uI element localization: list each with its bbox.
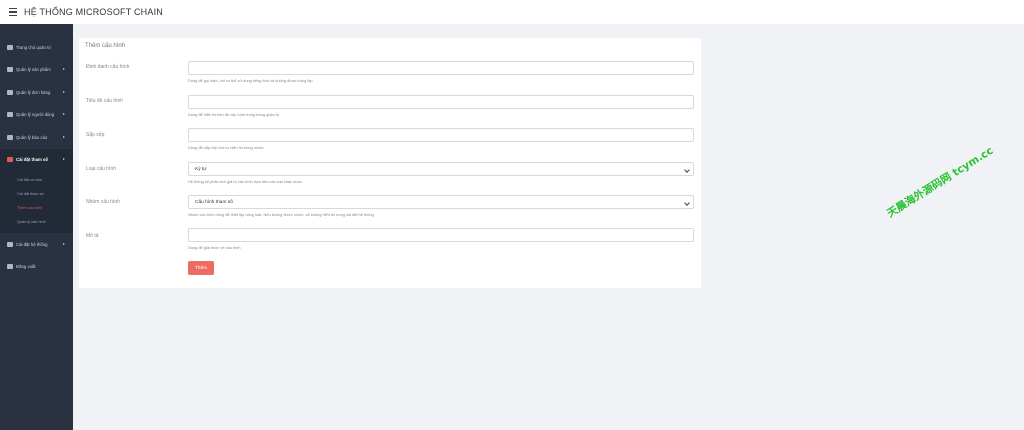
dashboard-icon (7, 44, 13, 50)
user-icon (7, 112, 13, 118)
sidebar-item-products[interactable]: Quản lý sản phẩm (0, 59, 73, 82)
sidebar: Trang chủ quản trị Quản lý sản phẩm Quản… (0, 24, 73, 430)
field-label-description: Mô tả (86, 233, 99, 239)
sidebar-item-orders[interactable]: Quản lý đơn hàng (0, 81, 73, 104)
sidebar-item-label: Cài đặt tham số (16, 157, 48, 163)
add-button[interactable]: Thêm (188, 261, 214, 275)
sidebar-item-logout[interactable]: Đăng xuất (0, 256, 73, 279)
submenu-item-manage-config[interactable]: Quản lý cấu hình (0, 215, 73, 229)
caret-right-icon (63, 135, 65, 138)
sort-help: Dùng để sắp xếp thứ tự hiển thị trong nh… (188, 145, 264, 150)
logout-icon (7, 264, 13, 270)
submenu-item-basic-settings[interactable]: Cài đặt cơ bản (0, 173, 73, 187)
caret-right-icon (63, 113, 65, 116)
watermark: 天晨海外源码网 tcym.cc (885, 144, 996, 220)
book-icon (7, 157, 13, 163)
field-label-identifier: Định danh cấu hình (86, 64, 130, 70)
sidebar-item-label: Quản lý đơn hàng (16, 89, 51, 95)
sidebar-item-dashboard[interactable]: Trang chủ quản trị (0, 36, 73, 59)
chart-icon (7, 134, 13, 140)
sidebar-item-parameters[interactable]: Cài đặt tham số (0, 148, 73, 171)
sidebar-submenu: Cài đặt cơ bản Cài đặt tham số Thêm cấu … (0, 171, 73, 233)
caret-right-icon (63, 90, 65, 93)
caret-right-icon (63, 242, 65, 245)
title-input[interactable] (188, 95, 694, 109)
sidebar-item-label: Cài đặt hệ thống (16, 241, 48, 247)
caret-down-icon (63, 158, 65, 161)
identifier-help: Dùng để gọi hàm, chỉ có thể sử dụng tiến… (188, 78, 313, 83)
sidebar-item-users[interactable]: Quản lý người dùng (0, 104, 73, 127)
sidebar-item-label: Quản lý người dùng (16, 112, 55, 118)
sidebar-item-label: Trang chủ quản trị (16, 44, 51, 50)
box-icon (7, 67, 13, 73)
title-help: Dùng để hiển thị tiêu đề cấu hình trong … (188, 112, 280, 117)
field-label-type: Loại cấu hình (86, 166, 117, 172)
file-icon (7, 89, 13, 95)
form-card: Thêm cấu hình Định danh cấu hình Dùng để… (79, 38, 701, 288)
hamburger-menu-icon[interactable] (4, 0, 22, 24)
description-input[interactable] (188, 228, 694, 242)
top-bar: HỆ THỐNG MICROSOFT CHAIN (0, 0, 1024, 24)
caret-right-icon (63, 68, 65, 71)
sidebar-item-system-settings[interactable]: Cài đặt hệ thống (0, 233, 73, 256)
description-help: Dùng để giải thích về cấu hình (188, 245, 241, 250)
sidebar-item-label: Quản lý báo cáo (16, 134, 48, 140)
submenu-item-parameter-settings[interactable]: Cài đặt tham số (0, 187, 73, 201)
sidebar-item-reports[interactable]: Quản lý báo cáo (0, 126, 73, 149)
type-select[interactable]: Ký tự (188, 162, 694, 176)
submenu-item-add-config[interactable]: Thêm cấu hình (0, 201, 73, 215)
group-select[interactable]: Cấu hình tham số (188, 195, 694, 209)
sidebar-item-label: Đăng xuất (16, 264, 36, 270)
app-title: HỆ THỐNG MICROSOFT CHAIN (24, 7, 163, 17)
sidebar-item-label: Quản lý sản phẩm (16, 67, 51, 73)
group-help: Nhóm cấu hình dùng để thiết lập hàng loạ… (188, 212, 374, 217)
sort-input[interactable] (188, 128, 694, 142)
form-title: Thêm cấu hình (85, 43, 126, 49)
field-label-group: Nhóm cấu hình (86, 199, 120, 205)
identifier-input[interactable] (188, 61, 694, 75)
field-label-title: Tiêu đề cấu hình (86, 98, 124, 104)
type-help: Hệ thống sẽ phân tích giá trị cấu hình d… (188, 179, 302, 184)
field-label-sort: Sắp xếp (86, 132, 105, 138)
gear-icon (7, 241, 13, 247)
